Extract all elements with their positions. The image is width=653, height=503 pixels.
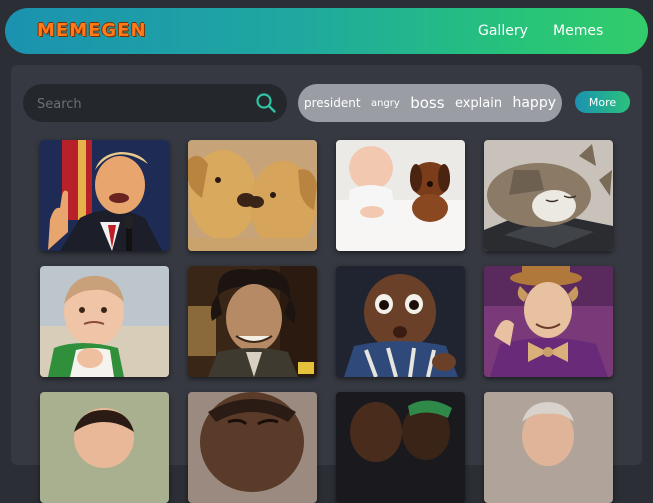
meme-tile-smiling-baby[interactable] — [40, 392, 169, 503]
meme-tile-suited-man[interactable] — [484, 392, 613, 503]
nav-gallery-link[interactable]: Gallery — [478, 23, 528, 39]
tag-cloud: president angry boss explain happy — [298, 84, 562, 122]
meme-thumbnail — [336, 140, 465, 251]
meme-thumbnail — [40, 140, 169, 251]
meme-tile-laughing-man[interactable] — [188, 392, 317, 503]
meme-thumbnail — [40, 266, 169, 377]
tag-explain[interactable]: explain — [455, 96, 502, 111]
search-icon[interactable] — [255, 92, 277, 114]
meme-tile-wonka[interactable] — [484, 266, 613, 377]
tag-boss[interactable]: boss — [410, 94, 444, 112]
meme-thumbnail — [188, 140, 317, 251]
meme-tile-basketball-players[interactable] — [336, 392, 465, 503]
meme-tile-ancient-aliens[interactable] — [188, 266, 317, 377]
meme-thumbnail — [484, 266, 613, 377]
top-navbar: MEMEGEN Gallery Memes — [5, 8, 648, 54]
search-bar — [23, 84, 287, 124]
more-tags-button[interactable]: More — [575, 91, 630, 113]
meme-tile-trump[interactable] — [40, 140, 169, 251]
meme-tile-puppies[interactable] — [188, 140, 317, 251]
meme-thumbnail — [188, 392, 317, 503]
meme-tile-surprised-baby[interactable] — [336, 266, 465, 377]
meme-thumbnail — [336, 266, 465, 377]
meme-thumbnail — [188, 266, 317, 377]
nav-memes-link[interactable]: Memes — [553, 23, 603, 39]
meme-thumbnail — [484, 140, 613, 251]
meme-tile-baby-and-dog[interactable] — [336, 140, 465, 251]
meme-thumbnail — [40, 392, 169, 503]
meme-tile-sleeping-cat[interactable] — [484, 140, 613, 251]
app-logo[interactable]: MEMEGEN — [37, 20, 147, 41]
meme-thumbnail — [336, 392, 465, 503]
tag-angry[interactable]: angry — [371, 98, 400, 109]
meme-thumbnail — [484, 392, 613, 503]
tag-president[interactable]: president — [304, 96, 361, 110]
tag-happy[interactable]: happy — [512, 95, 556, 111]
search-input[interactable] — [35, 84, 254, 124]
meme-tile-success-kid[interactable] — [40, 266, 169, 377]
